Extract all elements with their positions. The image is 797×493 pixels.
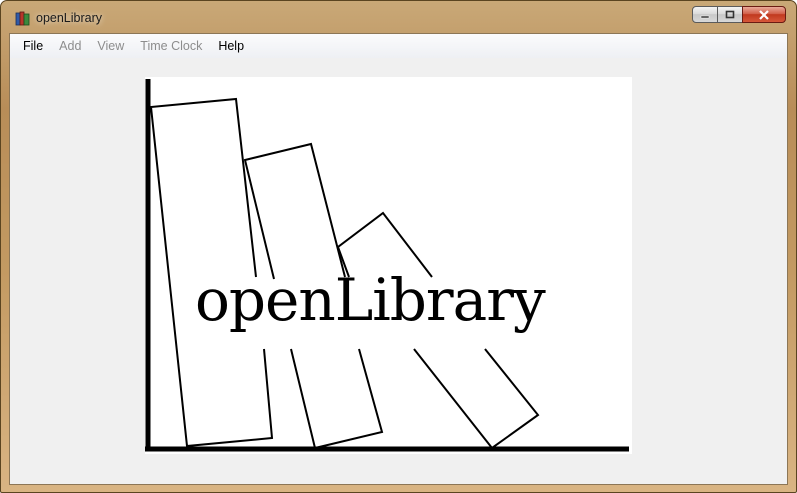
minimize-icon [700,15,710,18]
title-bar[interactable]: openLibrary [1,1,796,33]
close-icon [759,9,769,20]
app-window: openLibrary File Add View Time Clock Hel… [0,0,797,493]
window-title: openLibrary [36,11,103,25]
logo-panel: openLibrary [145,77,632,454]
menu-time-clock[interactable]: Time Clock [132,34,210,58]
menu-help[interactable]: Help [210,34,252,58]
minimize-button[interactable] [692,6,718,23]
books-icon [15,11,30,26]
maximize-button[interactable] [717,6,743,23]
logo-wordmark: openLibrary [195,266,546,334]
maximize-icon [725,10,735,19]
menu-view[interactable]: View [89,34,132,58]
menu-bar: File Add View Time Clock Help [10,34,787,59]
menu-file[interactable]: File [15,34,51,58]
caption-buttons [692,6,786,25]
client-area: File Add View Time Clock Help openLibrar… [9,33,788,485]
close-button[interactable] [742,6,786,23]
menu-add[interactable]: Add [51,34,89,58]
